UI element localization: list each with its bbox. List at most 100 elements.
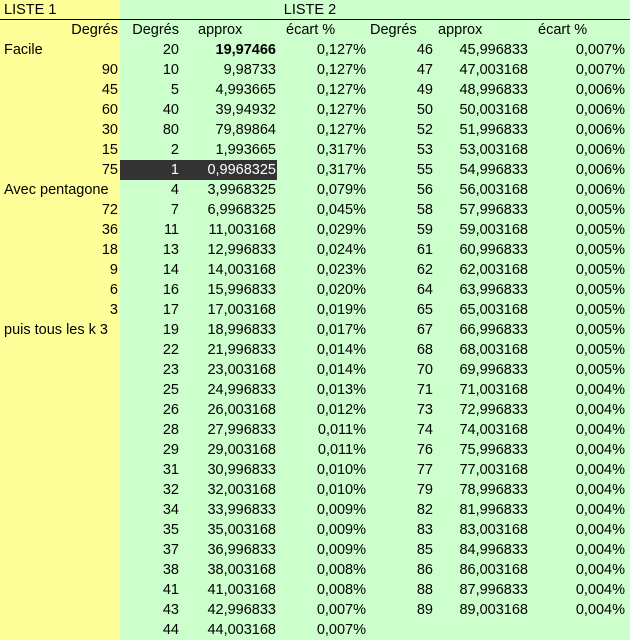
approx-cell[interactable]: 44,003168: [180, 620, 276, 640]
header-approx-2[interactable]: approx: [438, 20, 518, 40]
approx-cell-2[interactable]: 51,996833: [434, 120, 528, 140]
approx-cell-2[interactable]: 71,003168: [434, 380, 528, 400]
ecart-cell[interactable]: 0,024%: [277, 240, 366, 260]
ecart-cell[interactable]: 0,010%: [277, 480, 366, 500]
degres-cell-2[interactable]: 74: [366, 420, 433, 440]
degres-cell[interactable]: 22: [120, 340, 179, 360]
ecart-cell-2[interactable]: 0,005%: [529, 260, 625, 280]
ecart-cell-2[interactable]: 0,006%: [529, 120, 625, 140]
ecart-cell-2[interactable]: 0,005%: [529, 240, 625, 260]
approx-cell[interactable]: 79,89864: [180, 120, 276, 140]
degres-cell[interactable]: 38: [120, 560, 179, 580]
approx-cell-2[interactable]: 84,996833: [434, 540, 528, 560]
ecart-cell-2[interactable]: 0,004%: [529, 380, 625, 400]
ecart-cell-2[interactable]: 0,006%: [529, 160, 625, 180]
degres-cell[interactable]: 23: [120, 360, 179, 380]
approx-cell-2[interactable]: 62,003168: [434, 260, 528, 280]
approx-cell-2[interactable]: 86,003168: [434, 560, 528, 580]
approx-cell[interactable]: 23,003168: [180, 360, 276, 380]
approx-cell[interactable]: 41,003168: [180, 580, 276, 600]
ecart-cell[interactable]: 0,013%: [277, 380, 366, 400]
ecart-cell-2[interactable]: 0,004%: [529, 420, 625, 440]
approx-cell[interactable]: 32,003168: [180, 480, 276, 500]
approx-cell-2[interactable]: 74,003168: [434, 420, 528, 440]
degres-cell-2[interactable]: 52: [366, 120, 433, 140]
ecart-cell[interactable]: 0,014%: [277, 360, 366, 380]
ecart-cell-2[interactable]: 0,005%: [529, 340, 625, 360]
approx-cell-2[interactable]: 81,996833: [434, 500, 528, 520]
approx-cell-2[interactable]: 63,996833: [434, 280, 528, 300]
ecart-cell[interactable]: 0,020%: [277, 280, 366, 300]
list1-cell[interactable]: 60: [4, 100, 118, 120]
approx-cell[interactable]: 39,94932: [180, 100, 276, 120]
ecart-cell[interactable]: 0,007%: [277, 620, 366, 640]
approx-cell-2[interactable]: 72,996833: [434, 400, 528, 420]
approx-cell-2[interactable]: 56,003168: [434, 180, 528, 200]
ecart-cell[interactable]: 0,023%: [277, 260, 366, 280]
approx-cell[interactable]: 27,996833: [180, 420, 276, 440]
degres-cell[interactable]: 37: [120, 540, 179, 560]
list1-cell[interactable]: 3: [4, 300, 118, 320]
approx-cell-2[interactable]: 53,003168: [434, 140, 528, 160]
degres-cell-2[interactable]: 73: [366, 400, 433, 420]
list1-cell[interactable]: 36: [4, 220, 118, 240]
list1-cell[interactable]: Avec pentagone: [4, 180, 118, 200]
list1-cell[interactable]: 75: [4, 160, 118, 180]
degres-cell-2[interactable]: 56: [366, 180, 433, 200]
list1-cell[interactable]: 30: [4, 120, 118, 140]
approx-cell[interactable]: 30,996833: [180, 460, 276, 480]
ecart-cell-2[interactable]: 0,006%: [529, 80, 625, 100]
degres-cell[interactable]: 28: [120, 420, 179, 440]
approx-cell-2[interactable]: 60,996833: [434, 240, 528, 260]
ecart-cell-2[interactable]: 0,006%: [529, 140, 625, 160]
degres-cell[interactable]: 20: [120, 40, 179, 60]
ecart-cell[interactable]: 0,127%: [277, 40, 366, 60]
degres-cell-2[interactable]: 67: [366, 320, 433, 340]
ecart-cell-2[interactable]: 0,004%: [529, 540, 625, 560]
ecart-cell-2[interactable]: 0,004%: [529, 440, 625, 460]
degres-cell-2[interactable]: 62: [366, 260, 433, 280]
approx-cell[interactable]: 15,996833: [180, 280, 276, 300]
list1-cell[interactable]: Facile: [4, 40, 118, 60]
approx-cell[interactable]: 1,993665: [180, 140, 276, 160]
list1-cell[interactable]: 72: [4, 200, 118, 220]
degres-cell[interactable]: 14: [120, 260, 179, 280]
degres-cell-2[interactable]: 83: [366, 520, 433, 540]
degres-cell-2[interactable]: 58: [366, 200, 433, 220]
approx-cell[interactable]: 9,98733: [180, 60, 276, 80]
list1-cell[interactable]: 9: [4, 260, 118, 280]
degres-cell[interactable]: 44: [120, 620, 179, 640]
ecart-cell-2[interactable]: 0,005%: [529, 360, 625, 380]
approx-cell[interactable]: 6,9968325: [180, 200, 276, 220]
ecart-cell-2[interactable]: 0,007%: [529, 60, 625, 80]
ecart-cell-2[interactable]: 0,006%: [529, 180, 625, 200]
degres-cell[interactable]: 43: [120, 600, 179, 620]
list1-cell[interactable]: puis tous les k 3: [4, 320, 118, 340]
degres-cell-2[interactable]: 65: [366, 300, 433, 320]
list1-cell[interactable]: 18: [4, 240, 118, 260]
ecart-cell-2[interactable]: 0,005%: [529, 300, 625, 320]
header-ecart-2[interactable]: écart %: [538, 20, 618, 40]
degres-cell-2[interactable]: 59: [366, 220, 433, 240]
degres-cell[interactable]: 17: [120, 300, 179, 320]
ecart-cell[interactable]: 0,045%: [277, 200, 366, 220]
approx-cell[interactable]: 42,996833: [180, 600, 276, 620]
ecart-cell-2[interactable]: 0,004%: [529, 560, 625, 580]
approx-cell[interactable]: 18,996833: [180, 320, 276, 340]
ecart-cell[interactable]: 0,017%: [277, 320, 366, 340]
approx-cell-2[interactable]: 50,003168: [434, 100, 528, 120]
degres-cell[interactable]: 19: [120, 320, 179, 340]
list1-title[interactable]: LISTE 1: [4, 0, 120, 20]
approx-cell[interactable]: 35,003168: [180, 520, 276, 540]
degres-cell-2[interactable]: 85: [366, 540, 433, 560]
approx-cell[interactable]: 11,003168: [180, 220, 276, 240]
approx-cell-2[interactable]: 78,996833: [434, 480, 528, 500]
ecart-cell[interactable]: 0,029%: [277, 220, 366, 240]
ecart-cell-2[interactable]: 0,004%: [529, 480, 625, 500]
approx-cell-2[interactable]: 68,003168: [434, 340, 528, 360]
ecart-cell-2[interactable]: 0,004%: [529, 460, 625, 480]
approx-cell[interactable]: 38,003168: [180, 560, 276, 580]
header-degres-2[interactable]: Degrés: [370, 20, 432, 40]
list1-cell[interactable]: 6: [4, 280, 118, 300]
list1-cell[interactable]: 15: [4, 140, 118, 160]
